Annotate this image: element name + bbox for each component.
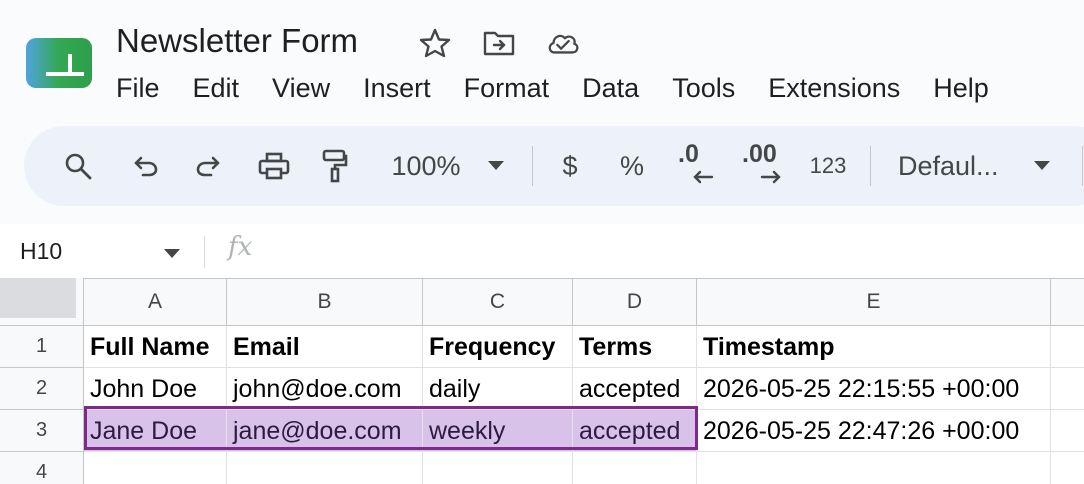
column-header-e[interactable]: E — [697, 278, 1051, 326]
select-all-corner[interactable] — [0, 278, 84, 326]
toolbar-divider — [532, 146, 533, 186]
font-select[interactable]: Defaul... — [898, 126, 1016, 206]
undo-icon[interactable] — [130, 126, 162, 206]
top-bar: Newsletter Form File Edit View Insert Fo… — [0, 0, 1084, 224]
column-header-b[interactable]: B — [227, 278, 423, 326]
cloud-saved-icon[interactable] — [546, 28, 580, 58]
cell-c4[interactable] — [423, 452, 573, 484]
paint-format-icon[interactable] — [320, 126, 350, 206]
arrow-right-icon — [760, 170, 781, 184]
menu-file[interactable]: File — [116, 70, 160, 106]
row-header-1[interactable]: 1 — [0, 326, 84, 368]
sheets-logo-icon[interactable] — [26, 38, 92, 88]
cell-d2[interactable]: accepted — [573, 368, 697, 410]
cell-f4[interactable] — [1051, 452, 1084, 484]
toolbar-divider — [870, 146, 871, 186]
cell-b1[interactable]: Email — [227, 326, 423, 368]
toolbar: 100% $ % .0 .00 123 Defaul... — [24, 126, 1084, 206]
formula-bar-divider — [204, 236, 205, 268]
more-formats-button[interactable]: 123 — [804, 126, 852, 206]
menu-extensions[interactable]: Extensions — [768, 70, 900, 106]
menu-tools[interactable]: Tools — [672, 70, 735, 106]
menu-format[interactable]: Format — [464, 70, 550, 106]
decrease-decimals-button[interactable]: .0 — [674, 126, 718, 206]
fx-icon: fx — [228, 232, 253, 262]
cell-e1[interactable]: Timestamp — [697, 326, 1051, 368]
column-header-a[interactable]: A — [84, 278, 227, 326]
format-percent-button[interactable]: % — [616, 126, 648, 206]
move-to-folder-icon[interactable] — [482, 28, 516, 58]
font-chevron-down-icon[interactable] — [1030, 126, 1054, 206]
cell-f2[interactable] — [1051, 368, 1084, 410]
cell-e2[interactable]: 2026-05-25 22:15:55 +00:00 — [697, 368, 1051, 410]
print-icon[interactable] — [256, 126, 292, 206]
cell-b4[interactable] — [227, 452, 423, 484]
cell-d3[interactable]: accepted — [573, 410, 697, 452]
menu-edit[interactable]: Edit — [193, 70, 240, 106]
cell-e4[interactable] — [697, 452, 1051, 484]
increase-decimals-button[interactable]: .00 — [738, 126, 790, 206]
menu-help[interactable]: Help — [933, 70, 989, 106]
row-header-3[interactable]: 3 — [0, 410, 84, 452]
cell-a1[interactable]: Full Name — [84, 326, 227, 368]
format-currency-button[interactable]: $ — [554, 126, 586, 206]
name-box[interactable]: H10 — [20, 224, 62, 278]
zoom-value: 100% — [391, 150, 461, 181]
name-box-chevron-down-icon[interactable] — [164, 246, 180, 264]
column-header-d[interactable]: D — [573, 278, 697, 326]
menu-data[interactable]: Data — [582, 70, 639, 106]
redo-icon[interactable] — [192, 126, 224, 206]
formula-bar: H10 fx — [0, 224, 1084, 278]
column-header-c[interactable]: C — [423, 278, 573, 326]
search-menus-icon[interactable] — [60, 126, 96, 206]
zoom-select[interactable]: 100% — [386, 126, 466, 206]
toolbar-divider — [1082, 146, 1083, 186]
zoom-chevron-down-icon[interactable] — [484, 126, 508, 206]
cell-c3[interactable]: weekly — [423, 410, 573, 452]
cell-b2[interactable]: john@doe.com — [227, 368, 423, 410]
star-icon[interactable] — [418, 28, 452, 58]
cell-b3[interactable]: jane@doe.com — [227, 410, 423, 452]
spreadsheet-grid: A B C D E 1 2 3 4 Full Name Email Freque… — [0, 278, 1084, 484]
cell-c1[interactable]: Frequency — [423, 326, 573, 368]
menu-insert[interactable]: Insert — [363, 70, 431, 106]
cell-c2[interactable]: daily — [423, 368, 573, 410]
font-value: Defaul... — [898, 150, 999, 181]
cell-a2[interactable]: John Doe — [84, 368, 227, 410]
cell-f1[interactable] — [1051, 326, 1084, 368]
cell-f3[interactable] — [1051, 410, 1084, 452]
cell-d4[interactable] — [573, 452, 697, 484]
menu-bar: File Edit View Insert Format Data Tools … — [116, 70, 1022, 106]
cell-a4[interactable] — [84, 452, 227, 484]
row-header-4[interactable]: 4 — [0, 452, 84, 484]
cell-d1[interactable]: Terms — [573, 326, 697, 368]
row-header-2[interactable]: 2 — [0, 368, 84, 410]
document-title[interactable]: Newsletter Form — [116, 22, 358, 60]
arrow-left-icon — [693, 170, 714, 184]
cell-a3[interactable]: Jane Doe — [84, 410, 227, 452]
column-header-f[interactable] — [1051, 278, 1084, 326]
cell-e3[interactable]: 2026-05-25 22:47:26 +00:00 — [697, 410, 1051, 452]
menu-view[interactable]: View — [272, 70, 330, 106]
